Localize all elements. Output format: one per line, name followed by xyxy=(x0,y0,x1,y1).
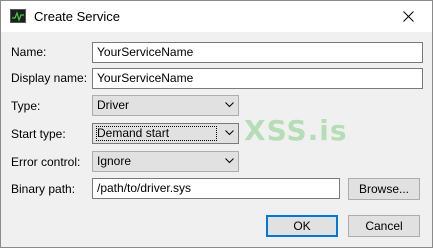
window-title: Create Service xyxy=(34,9,120,24)
title-bar[interactable]: Create Service xyxy=(1,1,432,32)
type-label: Type: xyxy=(11,99,41,113)
create-service-dialog: Create Service XSS.is Name: YourServiceN… xyxy=(0,0,433,248)
browse-button[interactable]: Browse... xyxy=(348,178,420,200)
start-type-label: Start type: xyxy=(11,127,66,141)
chevron-down-icon xyxy=(225,158,234,164)
close-icon xyxy=(403,11,414,22)
error-control-select-value: Ignore xyxy=(97,154,132,168)
start-type-select[interactable]: Demand start xyxy=(92,123,239,144)
cancel-button[interactable]: Cancel xyxy=(348,215,420,237)
ok-button[interactable]: OK xyxy=(266,215,338,237)
error-control-label: Error control: xyxy=(11,155,81,169)
binary-path-label: Binary path: xyxy=(11,182,76,196)
name-input[interactable]: YourServiceName xyxy=(92,42,423,63)
focus-indicator xyxy=(96,126,217,141)
name-label: Name: xyxy=(11,45,47,59)
display-name-label: Display name: xyxy=(11,71,88,85)
chevron-down-icon xyxy=(225,102,234,108)
activity-monitor-icon xyxy=(10,9,26,23)
chevron-down-icon xyxy=(225,130,234,136)
watermark: XSS.is xyxy=(244,114,348,147)
display-name-input[interactable]: YourServiceName xyxy=(92,68,423,89)
close-button[interactable] xyxy=(386,1,432,32)
dialog-body: XSS.is Name: YourServiceName Display nam… xyxy=(1,32,432,247)
binary-path-input[interactable]: /path/to/driver.sys xyxy=(92,178,340,199)
type-select-value: Driver xyxy=(97,98,129,112)
type-select[interactable]: Driver xyxy=(92,95,239,116)
error-control-select[interactable]: Ignore xyxy=(92,151,239,172)
